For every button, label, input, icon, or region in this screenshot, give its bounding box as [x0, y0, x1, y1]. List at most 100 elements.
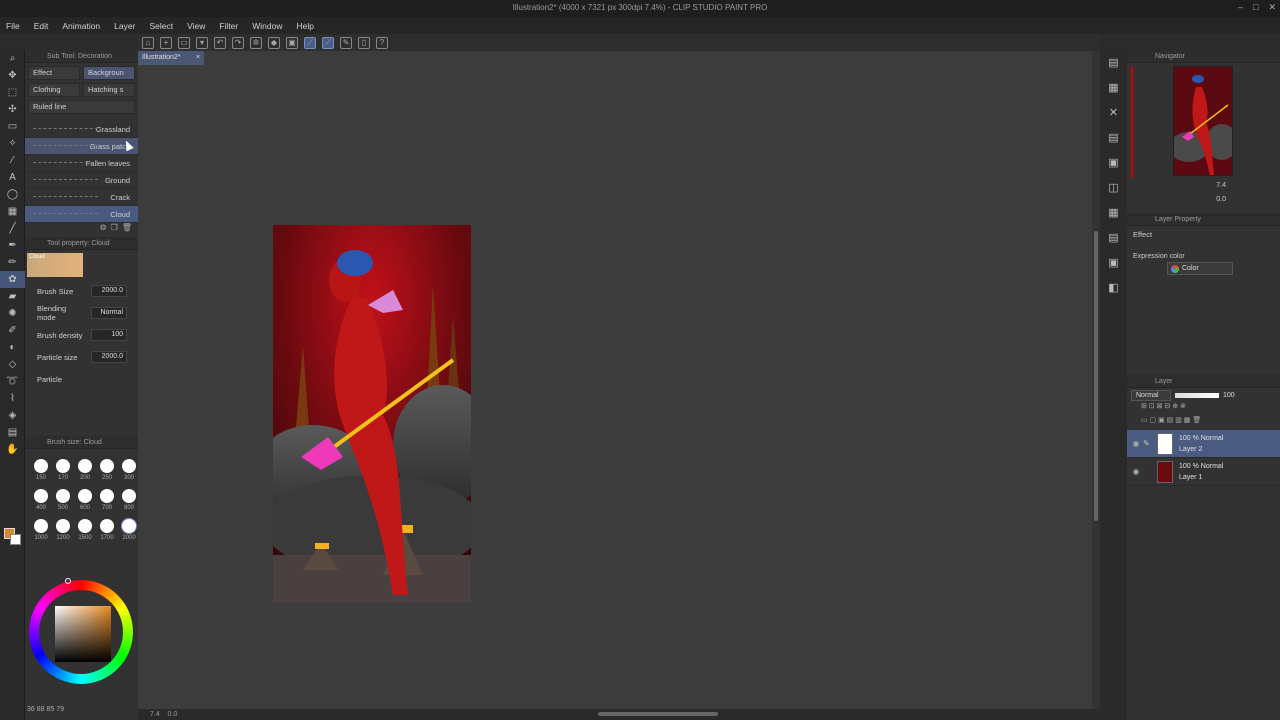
menu-file[interactable]: File	[6, 21, 20, 31]
home-icon[interactable]: ⌂	[142, 36, 154, 49]
zoom-value[interactable]: 7.4	[150, 711, 160, 718]
brush-size-row[interactable]: Brush Size 2000.0	[25, 280, 138, 302]
pattern-icon[interactable]: ▤	[1100, 125, 1127, 150]
saturation-value-square[interactable]	[55, 606, 111, 662]
brush-size-option[interactable]: 250	[97, 453, 117, 481]
brush-item[interactable]: Grass patch	[25, 138, 138, 155]
menu-filter[interactable]: Filter	[219, 21, 238, 31]
brush-icon[interactable]: ✐	[0, 322, 25, 339]
redo-icon[interactable]: ↷	[232, 36, 244, 49]
blend-icon[interactable]: ◐	[0, 339, 25, 356]
brush-size-value[interactable]: 2000.0	[91, 285, 127, 297]
subtool-tab-effect[interactable]: Effect	[28, 66, 80, 80]
menu-view[interactable]: View	[187, 21, 205, 31]
close-tab-icon[interactable]: ×	[196, 51, 200, 65]
all-materials-icon[interactable]: ◧	[1100, 275, 1127, 300]
expression-color-select[interactable]: Color	[1167, 262, 1233, 275]
lasso-icon[interactable]: ➰	[0, 373, 25, 390]
hue-marker[interactable]	[65, 578, 71, 584]
operation-tool-icon[interactable]: ⬚	[0, 84, 25, 101]
horizontal-scrollbar[interactable]	[598, 712, 718, 716]
save-icon[interactable]: ▾	[196, 36, 208, 49]
close-icon[interactable]: ✕	[1268, 2, 1276, 13]
ruler-icon[interactable]: ╱	[0, 220, 25, 237]
rotation-value[interactable]: 0.0	[168, 711, 178, 718]
layer-toolbar-2[interactable]: ▭ ▢ ▣ ▤ ▥ ▦ 🗑	[1127, 416, 1280, 430]
menu-layer[interactable]: Layer	[114, 21, 135, 31]
brush-size-option[interactable]: 170	[53, 453, 73, 481]
subtool-tab-background[interactable]: Backgroun	[83, 66, 135, 80]
selection-icon[interactable]: ▭	[0, 118, 25, 135]
navigator-zoom[interactable]: 7.4	[1216, 182, 1226, 189]
blending-mode-select[interactable]: Normal	[91, 307, 127, 319]
layer-move-icon[interactable]: ✣	[0, 101, 25, 118]
brush-size-option[interactable]: 400	[31, 483, 51, 511]
menu-select[interactable]: Select	[149, 21, 173, 31]
fill-tool-icon[interactable]: ◈	[0, 407, 25, 424]
vertical-scrollbar[interactable]	[1092, 51, 1100, 709]
material-icon[interactable]: ▤	[1100, 50, 1127, 75]
minimize-icon[interactable]: –	[1238, 2, 1243, 13]
snap-ruler-icon[interactable]: ⟋	[304, 36, 316, 49]
brush-size-option[interactable]: 1700	[97, 513, 117, 541]
brush-density-row[interactable]: Brush density 100	[25, 324, 138, 346]
file-object-icon[interactable]: ▯	[358, 36, 370, 49]
document-tab[interactable]: Illustration2* ×	[138, 51, 204, 65]
gradient-icon[interactable]: ▤	[0, 424, 25, 441]
image-material-icon[interactable]: ▣	[1100, 150, 1127, 175]
particle-size-value[interactable]: 2000.0	[91, 351, 127, 363]
brush-size-option[interactable]: 800	[119, 483, 139, 511]
hand-icon[interactable]: ✋	[0, 441, 25, 458]
color-wheel[interactable]	[29, 578, 133, 684]
pencil-icon[interactable]: ✏	[0, 254, 25, 271]
particle-size-row[interactable]: Particle size 2000.0	[25, 346, 138, 368]
move-tool-icon[interactable]: ✥	[0, 67, 25, 84]
brush-item[interactable]: Crack	[25, 189, 138, 206]
balloon-icon[interactable]: ◯	[0, 186, 25, 203]
layer-row[interactable]: ◉ 100 % Normal Layer 1	[1127, 458, 1280, 486]
transform-icon[interactable]: ▣	[286, 36, 298, 49]
brush-item[interactable]: Ground	[25, 172, 138, 189]
help-icon[interactable]: ?	[376, 36, 388, 49]
subtool-tab-ruled-line[interactable]: Ruled line	[28, 100, 135, 114]
background-color-swatch[interactable]	[10, 534, 21, 545]
brush-size-option[interactable]: 600	[75, 483, 95, 511]
brush-item[interactable]: Grassland	[25, 121, 138, 138]
new-file-icon[interactable]: +	[160, 36, 172, 49]
menu-window[interactable]: Window	[252, 21, 282, 31]
eraser-icon[interactable]: ▰	[0, 288, 25, 305]
duplicate-subtool-icon[interactable]: ❐	[111, 223, 118, 237]
item-bank-icon[interactable]: ▦	[1100, 75, 1127, 100]
pen-settings-icon[interactable]: ✎	[340, 36, 352, 49]
frame-icon[interactable]: ▦	[0, 203, 25, 220]
pen-icon[interactable]: ✒	[0, 237, 25, 254]
text-tool-icon[interactable]: A	[0, 169, 25, 186]
layer-opacity-value[interactable]: 100	[1223, 392, 1235, 399]
canvas-artwork[interactable]	[273, 225, 471, 603]
subtool-tab-clothing[interactable]: Clothing	[28, 83, 80, 97]
correct-line-icon[interactable]: ⌇	[0, 390, 25, 407]
manga-material-icon[interactable]: ▦	[1100, 200, 1127, 225]
visibility-eye-icon[interactable]: ◉	[1129, 467, 1143, 476]
monochrome-icon[interactable]: ▤	[1100, 225, 1127, 250]
decoration-tool-icon[interactable]: ✿	[0, 271, 25, 288]
settings-icon[interactable]: ✲	[250, 36, 262, 49]
menu-help[interactable]: Help	[296, 21, 313, 31]
brush-size-option[interactable]: 700	[97, 483, 117, 511]
airbrush-icon[interactable]: ✺	[0, 305, 25, 322]
maximize-icon[interactable]: □	[1253, 2, 1258, 13]
fill-icon[interactable]: ◆	[268, 36, 280, 49]
subtool-tab-hatching[interactable]: Hatching s	[83, 83, 135, 97]
brush-item[interactable]: Cloud	[25, 206, 138, 223]
undo-icon[interactable]: ↶	[214, 36, 226, 49]
menu-animation[interactable]: Animation	[62, 21, 100, 31]
layer-name[interactable]: Layer 2	[1179, 446, 1202, 453]
3d-material-icon[interactable]: ◫	[1100, 175, 1127, 200]
navigator-angle[interactable]: 0.0	[1216, 196, 1226, 203]
subtool-settings-icon[interactable]: ⚙	[100, 223, 107, 237]
brush-size-option[interactable]: 300	[119, 453, 139, 481]
menu-edit[interactable]: Edit	[34, 21, 49, 31]
brush-size-option[interactable]: 1500	[75, 513, 95, 541]
eyedropper-icon[interactable]: ⁄	[0, 152, 25, 169]
layer-name[interactable]: Layer 1	[1179, 474, 1202, 481]
